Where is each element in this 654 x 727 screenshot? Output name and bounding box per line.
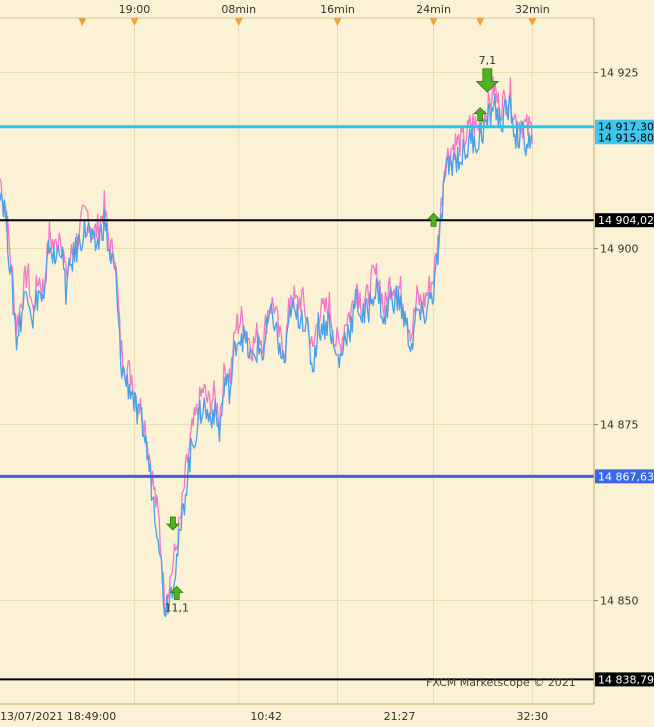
watermark: FXCM Marketscope © 2021 (426, 676, 576, 689)
price-chart[interactable]: 11,1 7,1 19:00 08min 16min 24min 32min 13/07/… (0, 0, 654, 727)
level-tag-label: 14 867,63 (598, 470, 654, 483)
top-time-label: 24min (416, 3, 451, 16)
level-tag: 14 915,80 (595, 130, 654, 145)
bottom-time-label: 13/07/2021 18:49:00 (0, 710, 116, 723)
top-time-label: 16min (320, 3, 355, 16)
level-tag-label: 14 838,79 (598, 673, 654, 686)
top-time-bar (0, 0, 594, 18)
y-tick-label: 14 900 (600, 243, 639, 256)
top-time-label: 32min (515, 3, 550, 16)
signal-label: 7,1 (479, 54, 497, 67)
y-tick-label: 14 850 (600, 595, 639, 608)
y-tick-label: 14 875 (600, 419, 639, 432)
bottom-time-label: 21:27 (384, 710, 416, 723)
level-tag-label: 14 915,80 (598, 131, 654, 144)
signal-label: 11,1 (164, 601, 189, 614)
level-tag: 14 838,79 (595, 672, 654, 687)
plot-area (0, 18, 594, 690)
level-tag-label: 14 904,02 (598, 214, 654, 227)
price-axis: 14 925 14 900 14 875 14 850 (594, 67, 639, 608)
top-time-label: 19:00 (119, 3, 151, 16)
y-tick-label: 14 925 (600, 67, 639, 80)
level-tag: 14 867,63 (595, 469, 654, 484)
level-tag: 14 904,02 (595, 213, 654, 228)
bottom-time-label: 10:42 (250, 710, 282, 723)
top-time-label: 08min (221, 3, 256, 16)
bottom-time-label: 32:30 (516, 710, 548, 723)
